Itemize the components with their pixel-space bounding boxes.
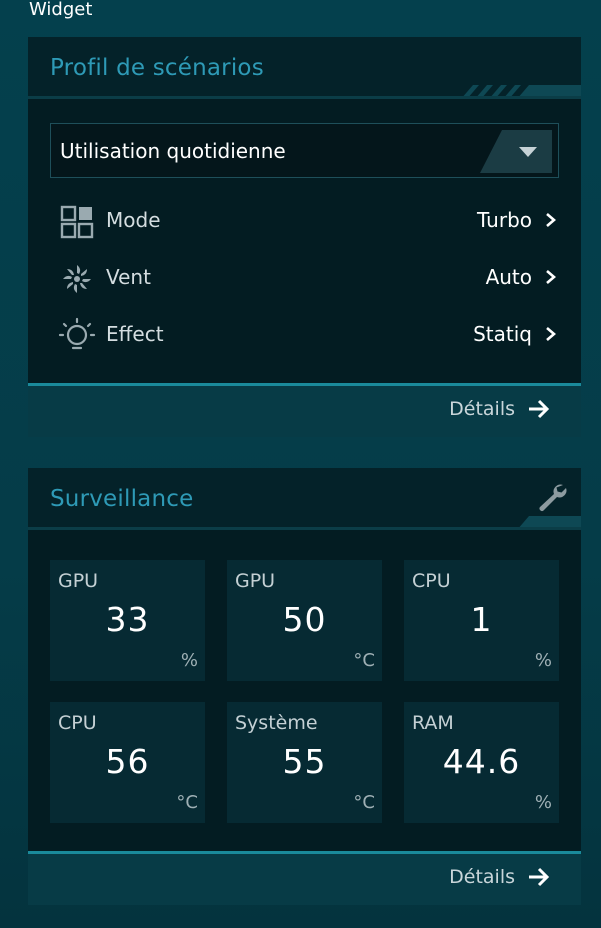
chevron-right-icon xyxy=(546,327,556,341)
app-title: Widget xyxy=(29,0,93,20)
tile-ram-usage: RAM 44.6 % xyxy=(404,702,559,823)
monitoring-panel-header: Surveillance xyxy=(28,468,581,530)
tile-unit: % xyxy=(534,650,552,671)
tile-label: GPU xyxy=(235,570,276,592)
setting-row-effect[interactable]: Effect Statiq xyxy=(58,314,558,354)
monitoring-panel-footer: Détails xyxy=(28,851,581,905)
details-label: Détails xyxy=(449,398,515,420)
setting-label-fan: Vent xyxy=(106,265,151,289)
setting-label-mode: Mode xyxy=(106,208,161,232)
monitoring-details-button[interactable]: Détails xyxy=(449,866,551,888)
tile-value: 50 xyxy=(282,600,327,639)
monitoring-panel: Surveillance GPU 33 % GPU 50 °C CPU 1 % … xyxy=(28,468,581,905)
header-divider xyxy=(28,96,581,99)
grid-icon xyxy=(60,205,94,239)
setting-value-fan: Auto xyxy=(485,265,532,289)
profile-panel-title: Profil de scénarios xyxy=(50,55,264,81)
arrow-right-icon xyxy=(529,399,550,419)
tile-gpu-temp: GPU 50 °C xyxy=(227,560,382,681)
tile-system-temp: Système 55 °C xyxy=(227,702,382,823)
tile-label: RAM xyxy=(412,712,454,734)
tile-cpu-usage: CPU 1 % xyxy=(404,560,559,681)
setting-row-fan[interactable]: Vent Auto xyxy=(58,257,558,297)
light-bulb-icon xyxy=(58,317,96,350)
tile-value: 55 xyxy=(282,742,327,781)
scenario-profile-dropdown[interactable]: Utilisation quotidienne xyxy=(50,123,559,178)
tile-value: 33 xyxy=(105,600,150,639)
tile-unit: % xyxy=(534,792,552,813)
arrow-right-icon xyxy=(529,867,550,887)
monitoring-panel-title: Surveillance xyxy=(50,486,194,512)
setting-row-mode[interactable]: Mode Turbo xyxy=(58,200,558,240)
tile-label: GPU xyxy=(58,570,99,592)
header-divider xyxy=(28,527,581,530)
setting-value-mode: Turbo xyxy=(476,208,532,232)
setting-label-effect: Effect xyxy=(106,322,164,346)
tile-unit: °C xyxy=(353,650,375,671)
chevron-down-icon[interactable] xyxy=(480,130,552,173)
fan-icon xyxy=(63,265,91,293)
dropdown-selected-value: Utilisation quotidienne xyxy=(60,139,286,163)
tile-value: 1 xyxy=(470,600,493,639)
tile-unit: °C xyxy=(176,792,198,813)
tile-cpu-temp: CPU 56 °C xyxy=(50,702,205,823)
tile-gpu-usage: GPU 33 % xyxy=(50,560,205,681)
tile-label: CPU xyxy=(58,712,97,734)
tile-value: 44.6 xyxy=(442,742,521,781)
profile-panel-header: Profil de scénarios xyxy=(28,37,581,99)
setting-value-effect: Statiq xyxy=(473,322,532,346)
tile-label: CPU xyxy=(412,570,451,592)
tile-value: 56 xyxy=(105,742,150,781)
profile-panel-footer: Détails xyxy=(28,383,581,437)
details-label: Détails xyxy=(449,866,515,888)
chevron-right-icon xyxy=(546,270,556,284)
tile-label: Système xyxy=(235,712,318,734)
profile-details-button[interactable]: Détails xyxy=(449,398,551,420)
wrench-icon[interactable] xyxy=(537,482,567,512)
chevron-right-icon xyxy=(546,213,556,227)
tile-unit: % xyxy=(180,650,198,671)
tile-unit: °C xyxy=(353,792,375,813)
profile-panel: Profil de scénarios Utilisation quotidie… xyxy=(28,37,581,437)
